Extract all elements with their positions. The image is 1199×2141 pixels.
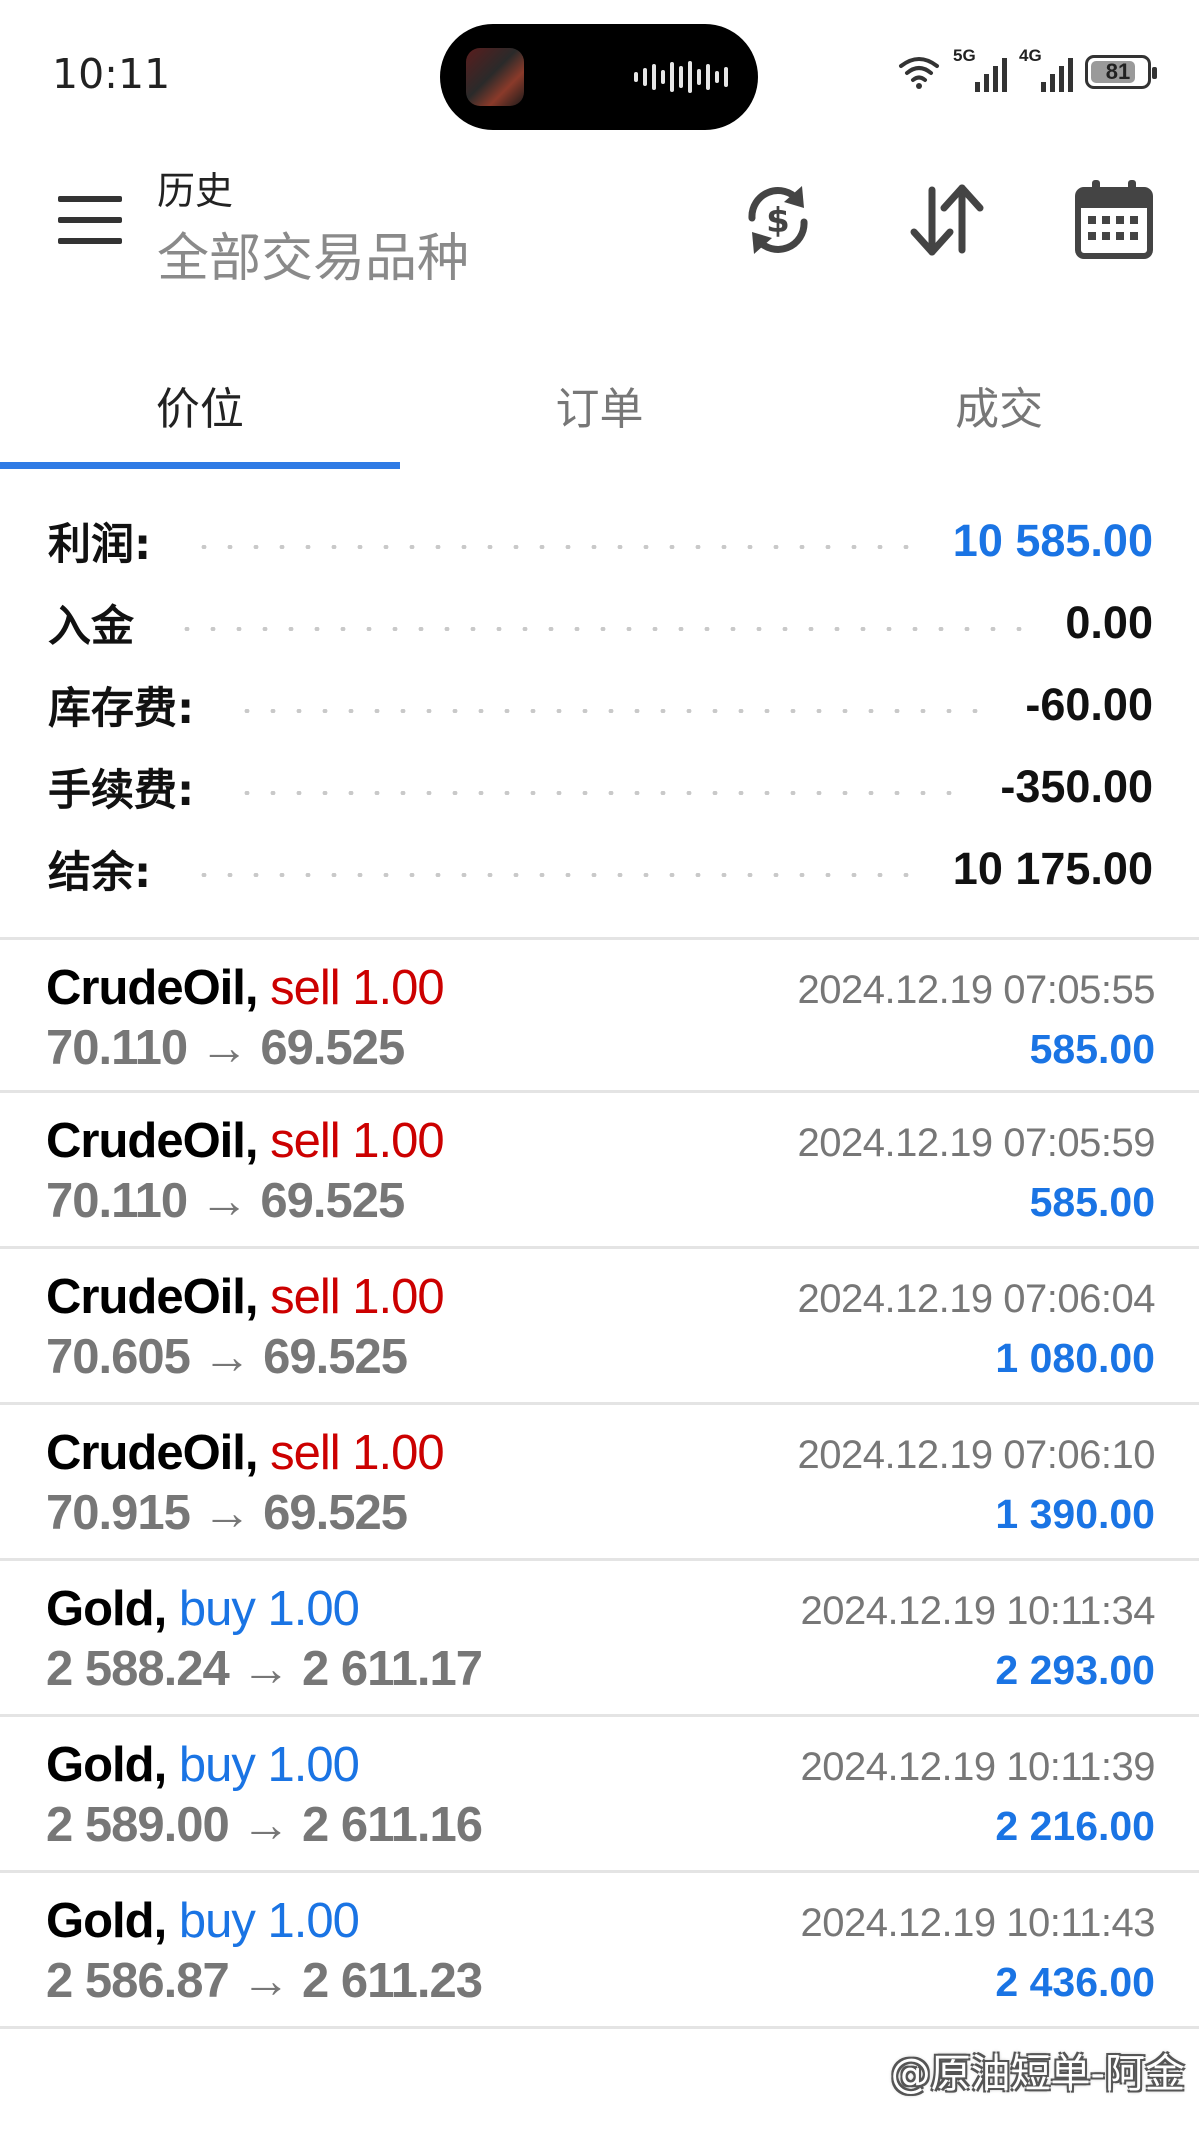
commission-label: 手续费: bbox=[48, 766, 195, 816]
status-time: 10:11 bbox=[52, 50, 171, 98]
trade-side: sell 1.00 bbox=[270, 1114, 445, 1168]
trade-profit: 2 216.00 bbox=[995, 1803, 1155, 1849]
trade-symbol: CrudeOil, bbox=[46, 1426, 259, 1480]
calendar-icon[interactable] bbox=[1072, 178, 1156, 262]
trade-side: sell 1.00 bbox=[270, 1426, 445, 1480]
trade-time: 2024.12.19 10:11:39 bbox=[800, 1745, 1155, 1789]
wifi-icon bbox=[899, 57, 939, 89]
tab-bar: 价位 订单 成交 bbox=[0, 340, 1199, 470]
tab-deals[interactable]: 成交 bbox=[799, 340, 1199, 470]
trade-prices: 70.110 → 69.525 bbox=[46, 1021, 405, 1075]
trade-time: 2024.12.19 07:05:55 bbox=[797, 968, 1155, 1012]
trade-symbol: Gold, bbox=[46, 1738, 167, 1792]
trade-prices: 2 589.00 → 2 611.16 bbox=[46, 1798, 483, 1852]
swap-value: -60.00 bbox=[1025, 679, 1153, 730]
trade-time: 2024.12.19 10:11:43 bbox=[800, 1901, 1155, 1945]
trade-side: buy 1.00 bbox=[178, 1894, 360, 1948]
trade-symbol: Gold, bbox=[46, 1582, 167, 1636]
sort-icon[interactable] bbox=[904, 178, 988, 262]
trade-time: 2024.12.19 10:11:34 bbox=[800, 1589, 1155, 1633]
trade-prices: 70.110 → 69.525 bbox=[46, 1174, 405, 1228]
trade-side: buy 1.00 bbox=[178, 1582, 360, 1636]
active-tab-indicator bbox=[0, 462, 400, 469]
trade-row[interactable]: CrudeOil, sell 1.00 70.110 → 69.525 2024… bbox=[0, 937, 1199, 1093]
dotted-leader bbox=[191, 545, 913, 549]
profit-value: 10 585.00 bbox=[952, 515, 1153, 566]
summary-commission-row: 手续费: -350.00 bbox=[0, 746, 1199, 828]
tab-orders[interactable]: 订单 bbox=[400, 340, 800, 470]
audio-wave-icon bbox=[634, 60, 728, 94]
dotted-leader bbox=[234, 791, 961, 795]
summary-profit-row: 利润: 10 585.00 bbox=[0, 500, 1199, 582]
trade-row[interactable]: CrudeOil, sell 1.00 70.915 → 69.525 2024… bbox=[0, 1405, 1199, 1561]
summary-panel: 利润: 10 585.00 入金 0.00 库存费: -60.00 手续费: -… bbox=[0, 500, 1199, 910]
swap-label: 库存费: bbox=[48, 684, 195, 734]
trade-row[interactable]: Gold, buy 1.00 2 588.24 → 2 611.17 2024.… bbox=[0, 1561, 1199, 1717]
symbol-filter[interactable]: 全部交易品种 bbox=[157, 216, 469, 291]
trade-prices: 70.605 → 69.525 bbox=[46, 1330, 408, 1384]
profit-label: 利润: bbox=[48, 520, 152, 570]
dynamic-island[interactable] bbox=[440, 24, 758, 130]
trade-profit: 2 436.00 bbox=[995, 1959, 1155, 2005]
balance-value: 10 175.00 bbox=[952, 843, 1153, 894]
commission-value: -350.00 bbox=[1000, 761, 1153, 812]
dotted-leader bbox=[234, 709, 986, 713]
status-bar: 10:11 5G 4G 81 bbox=[0, 0, 1199, 140]
trade-time: 2024.12.19 07:05:59 bbox=[797, 1121, 1155, 1165]
battery-icon: 81 bbox=[1085, 55, 1157, 89]
trade-time: 2024.12.19 07:06:10 bbox=[797, 1433, 1155, 1477]
trade-prices: 70.915 → 69.525 bbox=[46, 1486, 408, 1540]
trade-symbol: CrudeOil, bbox=[46, 961, 259, 1015]
deposit-value: 0.00 bbox=[1065, 597, 1153, 648]
app-header: 历史 全部交易品种 $ bbox=[0, 140, 1199, 310]
trade-side: sell 1.00 bbox=[270, 961, 445, 1015]
trade-profit: 2 293.00 bbox=[995, 1647, 1155, 1693]
trade-list: CrudeOil, sell 1.00 70.110 → 69.525 2024… bbox=[0, 937, 1199, 2029]
dotted-leader bbox=[191, 873, 913, 877]
trade-profit: 1 080.00 bbox=[995, 1335, 1155, 1381]
tab-positions[interactable]: 价位 bbox=[0, 340, 400, 470]
status-icons: 5G 4G 81 bbox=[897, 46, 1157, 92]
trade-prices: 2 586.87 → 2 611.23 bbox=[46, 1954, 483, 2008]
trade-symbol: Gold, bbox=[46, 1894, 167, 1948]
svg-text:$: $ bbox=[766, 201, 790, 241]
trade-symbol: CrudeOil, bbox=[46, 1270, 259, 1324]
trade-symbol: CrudeOil, bbox=[46, 1114, 259, 1168]
watermark: @原油短单-阿金 bbox=[890, 2051, 1185, 2097]
signal-4g-icon: 4G bbox=[1019, 46, 1073, 92]
trade-row[interactable]: CrudeOil, sell 1.00 70.110 → 69.525 2024… bbox=[0, 1093, 1199, 1249]
trade-prices: 2 588.24 → 2 611.17 bbox=[46, 1642, 483, 1696]
menu-icon[interactable] bbox=[58, 196, 122, 244]
trade-time: 2024.12.19 07:06:04 bbox=[797, 1277, 1155, 1321]
deposit-label: 入金 bbox=[48, 602, 134, 652]
trade-side: sell 1.00 bbox=[270, 1270, 445, 1324]
page-title: 历史 bbox=[157, 169, 234, 213]
trade-row[interactable]: Gold, buy 1.00 2 586.87 → 2 611.23 2024.… bbox=[0, 1873, 1199, 2029]
balance-label: 结余: bbox=[48, 848, 152, 898]
trade-profit: 585.00 bbox=[1029, 1179, 1155, 1225]
trade-row[interactable]: CrudeOil, sell 1.00 70.605 → 69.525 2024… bbox=[0, 1249, 1199, 1405]
summary-deposit-row: 入金 0.00 bbox=[0, 582, 1199, 664]
summary-balance-row: 结余: 10 175.00 bbox=[0, 828, 1199, 910]
battery-level: 81 bbox=[1105, 59, 1131, 84]
currency-exchange-icon[interactable]: $ bbox=[736, 178, 820, 262]
trade-side: buy 1.00 bbox=[178, 1738, 360, 1792]
trade-row[interactable]: Gold, buy 1.00 2 589.00 → 2 611.16 2024.… bbox=[0, 1717, 1199, 1873]
signal-5g-icon: 5G bbox=[953, 46, 1007, 92]
summary-swap-row: 库存费: -60.00 bbox=[0, 664, 1199, 746]
media-thumbnail bbox=[466, 48, 524, 106]
dotted-leader bbox=[174, 627, 1026, 631]
trade-profit: 585.00 bbox=[1029, 1026, 1155, 1072]
trade-profit: 1 390.00 bbox=[995, 1491, 1155, 1537]
